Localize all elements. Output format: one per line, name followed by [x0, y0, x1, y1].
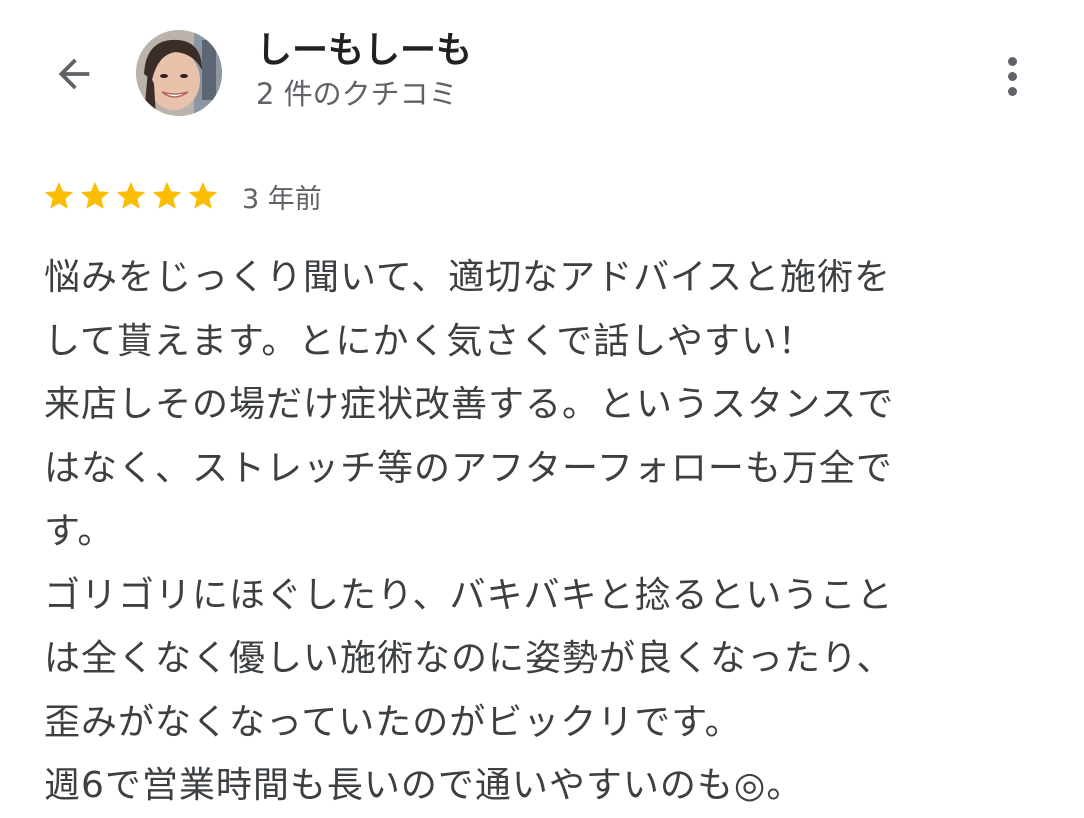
- user-name[interactable]: しーもしーも: [256, 28, 472, 74]
- review-text: 悩みをじっくり聞いて、適切なアドバイスと施術を して貰えます。とにかく気さくで話し…: [44, 246, 1024, 818]
- arrow-back-icon: [58, 58, 90, 90]
- star-icon: [80, 181, 110, 209]
- more-vert-icon: [1007, 56, 1017, 66]
- star-icon: [116, 181, 146, 209]
- avatar-photo: [136, 30, 222, 116]
- review-count: 2 件のクチコミ: [256, 77, 458, 111]
- star-rating: [42, 179, 220, 213]
- review-text-line: す。: [44, 511, 115, 552]
- avatar[interactable]: [136, 30, 222, 116]
- review-text-line: 来店しその場だけ症状改善する。というスタンスで: [44, 384, 895, 425]
- review-text-line: 歪みがなくなっていたのがビックリです。: [44, 701, 742, 743]
- review-date: 3 年前: [242, 183, 322, 215]
- star-icon: [152, 181, 182, 209]
- back-button[interactable]: [44, 44, 104, 104]
- more-vert-icon-dot: [1007, 71, 1017, 81]
- star-icon: [188, 181, 218, 209]
- review-text-line: は全くなく優しい施術なのに姿勢が良くなったり、: [44, 638, 894, 679]
- review-text-line: 週6で営業時間も長いので通いやすいのも◎。: [44, 765, 804, 806]
- rating-row: 3 年前: [42, 176, 322, 216]
- review-text-line: 悩みをじっくり聞いて、適切なアドバイスと施術を: [44, 257, 892, 298]
- review-text-line: して貰えます。とにかく気さくで話しやすい！: [44, 320, 815, 362]
- star-icon: [44, 181, 74, 209]
- more-vert-icon-dot: [1007, 86, 1017, 96]
- more-options-button[interactable]: [992, 48, 1032, 104]
- review-text-line: はなく、ストレッチ等のアフターフォローも万全で: [44, 447, 893, 489]
- review-text-line: ゴリゴリにほぐしたり、バキバキと捻るということ: [44, 574, 894, 616]
- review-header: しーもしーも 2 件のクチコミ: [0, 0, 1084, 140]
